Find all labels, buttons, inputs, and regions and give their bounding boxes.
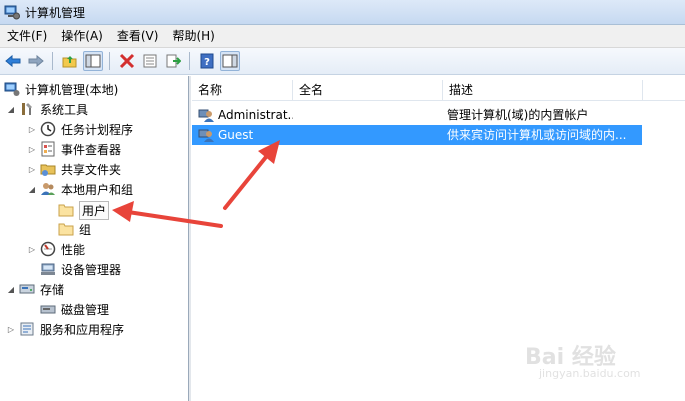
collapse-arrow-icon[interactable]: ◢ — [6, 284, 16, 294]
properties-button[interactable] — [140, 51, 160, 71]
up-folder-icon — [62, 56, 77, 68]
user-icon — [198, 109, 214, 122]
show-hide-action-pane-button[interactable] — [220, 51, 240, 71]
folder-icon — [58, 202, 74, 218]
tree-item-services-apps[interactable]: ▷ 服务和应用程序 — [6, 319, 124, 339]
menu-view[interactable]: 查看(V) — [110, 26, 166, 46]
tree-item-system-tools[interactable]: ◢ 系统工具 — [6, 99, 88, 119]
list-item[interactable]: Administrat... 管理计算机(域)的内置帐户 — [192, 105, 642, 125]
tree-label: 本地用户和组 — [61, 182, 134, 197]
tree-item-device-manager[interactable]: 设备管理器 — [40, 259, 121, 279]
cell-description: 管理计算机(域)的内置帐户 — [447, 108, 589, 122]
tree-item-shared-folders[interactable]: ▷ 共享文件夹 — [27, 159, 121, 179]
help-icon: ? — [200, 53, 214, 69]
tree-item-task-scheduler[interactable]: ▷ 任务计划程序 — [27, 119, 133, 139]
disk-management-icon — [40, 301, 56, 317]
export-list-button[interactable] — [163, 51, 183, 71]
export-list-icon — [166, 54, 181, 68]
delete-button[interactable] — [117, 51, 137, 71]
performance-icon — [40, 241, 56, 257]
tree-label: 存储 — [40, 282, 65, 297]
forward-arrow-icon — [28, 54, 44, 68]
tree-item-event-viewer[interactable]: ▷ 事件查看器 — [27, 139, 121, 159]
show-hide-tree-button[interactable] — [83, 51, 103, 71]
folder-icon — [58, 221, 74, 237]
tree-item-users[interactable]: 用户 — [58, 200, 110, 220]
services-icon — [19, 321, 35, 337]
menu-action[interactable]: 操作(A) — [54, 26, 110, 46]
cell-name: Administrat... — [218, 108, 293, 122]
window-title: 计算机管理 — [25, 5, 86, 20]
expand-arrow-icon[interactable]: ▷ — [27, 244, 37, 254]
users-groups-icon — [40, 181, 56, 197]
tree-item-groups[interactable]: 组 — [58, 219, 91, 239]
column-header-name[interactable]: 名称 — [192, 80, 293, 100]
shared-folder-icon — [40, 161, 56, 177]
tree-label: 计算机管理(本地) — [25, 82, 119, 97]
cell-name: Guest — [218, 128, 254, 142]
tree-item-storage[interactable]: ◢ 存储 — [6, 279, 64, 299]
show-hide-tree-icon — [85, 54, 101, 68]
storage-icon — [19, 281, 35, 297]
cell-description: 供来宾访问计算机或访问域的内... — [447, 128, 627, 142]
help-button[interactable]: ? — [197, 51, 217, 71]
menu-file[interactable]: 文件(F) — [0, 26, 54, 46]
delete-icon — [119, 53, 135, 69]
watermark: Bai 经验 jingyan.baidu.com — [525, 339, 655, 383]
title-bar: 计算机管理 — [0, 0, 685, 25]
tree-item-performance[interactable]: ▷ 性能 — [27, 239, 85, 259]
back-button[interactable] — [3, 51, 23, 71]
computer-management-icon — [4, 5, 20, 20]
tree-label: 共享文件夹 — [61, 162, 122, 177]
tree-item-local-users-groups[interactable]: ◢ 本地用户和组 — [27, 179, 133, 199]
pane-splitter[interactable] — [189, 76, 191, 401]
tree-label: 事件查看器 — [61, 142, 122, 157]
tree-label: 磁盘管理 — [61, 302, 110, 317]
up-level-button[interactable] — [60, 51, 80, 71]
expand-arrow-icon[interactable]: ▷ — [6, 324, 16, 334]
toolbar-separator — [109, 52, 110, 70]
toolbar-separator — [52, 52, 53, 70]
column-header-fullname[interactable]: 全名 — [293, 80, 443, 100]
column-header-description[interactable]: 描述 — [443, 80, 643, 100]
cell-fullname — [293, 105, 443, 125]
back-arrow-icon — [5, 54, 21, 68]
cell-fullname — [293, 125, 443, 145]
menu-help[interactable]: 帮助(H) — [165, 26, 221, 46]
device-manager-icon — [40, 261, 56, 277]
expand-arrow-icon[interactable]: ▷ — [27, 144, 37, 154]
tree-item-disk-management[interactable]: 磁盘管理 — [40, 299, 109, 319]
forward-button[interactable] — [26, 51, 46, 71]
tree-label: 任务计划程序 — [61, 122, 134, 137]
tree-label: 用户 — [79, 200, 110, 220]
expand-arrow-icon[interactable]: ▷ — [27, 124, 37, 134]
list-item[interactable]: Guest 供来宾访问计算机或访问域的内... — [192, 125, 642, 145]
menu-bar: 文件(F) 操作(A) 查看(V) 帮助(H) — [0, 25, 685, 48]
tree-label: 系统工具 — [40, 102, 89, 117]
computer-management-icon — [4, 81, 20, 97]
show-hide-action-pane-icon — [222, 54, 238, 68]
properties-icon — [143, 54, 157, 68]
tools-icon — [19, 101, 35, 117]
tree-label: 服务和应用程序 — [40, 322, 125, 337]
collapse-arrow-icon[interactable]: ◢ — [27, 184, 37, 194]
watermark-url: jingyan.baidu.com — [539, 367, 641, 380]
tree-label: 组 — [79, 222, 92, 237]
tree-label: 性能 — [61, 242, 86, 257]
collapse-arrow-icon[interactable]: ◢ — [6, 104, 16, 114]
clock-icon — [40, 121, 56, 137]
expand-arrow-icon[interactable]: ▷ — [27, 164, 37, 174]
event-viewer-icon — [40, 141, 56, 157]
tree-label: 设备管理器 — [61, 262, 122, 277]
list-header: 名称 全名 描述 — [192, 80, 685, 101]
console-tree: 计算机管理(本地) ◢ 系统工具 ▷ 任务计划程序 ▷ 事件查看器 ▷ 共享文件… — [0, 76, 189, 401]
tree-item-root[interactable]: 计算机管理(本地) — [4, 79, 118, 99]
svg-text:?: ? — [204, 57, 210, 68]
toolbar: ? — [0, 48, 685, 75]
toolbar-separator — [189, 52, 190, 70]
user-icon — [198, 129, 214, 142]
